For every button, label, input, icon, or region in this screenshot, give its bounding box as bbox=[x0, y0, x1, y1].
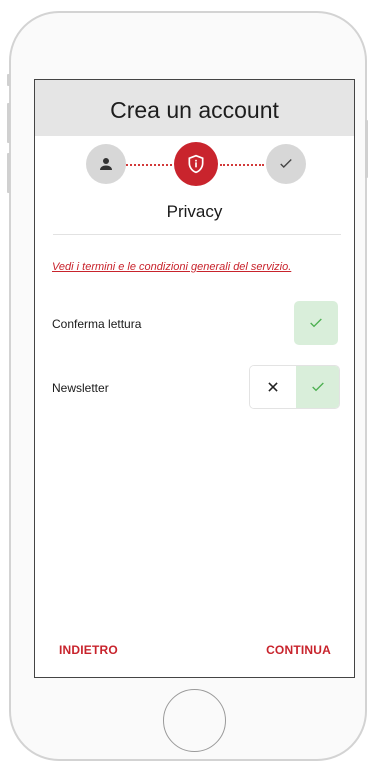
newsletter-yes-button[interactable] bbox=[296, 366, 339, 408]
stepper bbox=[35, 140, 354, 188]
page-title: Crea un account bbox=[110, 96, 279, 123]
check-icon bbox=[280, 159, 292, 168]
divider bbox=[53, 234, 341, 235]
shield-icon bbox=[188, 154, 204, 174]
volume-up-button bbox=[7, 103, 10, 143]
app-screen: Crea un account Privacy Vedi i termini e… bbox=[34, 79, 355, 678]
newsletter-no-button[interactable] bbox=[250, 366, 296, 408]
header-bar: Crea un account bbox=[35, 80, 354, 136]
step-title: Privacy bbox=[166, 202, 223, 221]
volume-down-button bbox=[7, 153, 10, 193]
check-icon bbox=[310, 318, 322, 328]
newsletter-label: Newsletter bbox=[52, 381, 109, 395]
step-connector bbox=[220, 164, 264, 166]
continue-button[interactable]: CONTINUA bbox=[266, 643, 331, 657]
person-icon bbox=[100, 158, 112, 170]
step-privacy[interactable] bbox=[174, 142, 218, 186]
step-connector bbox=[126, 164, 172, 166]
newsletter-toggle[interactable] bbox=[249, 365, 340, 409]
home-button[interactable] bbox=[163, 689, 226, 752]
close-icon bbox=[268, 382, 278, 392]
power-button bbox=[365, 120, 368, 178]
confirm-reading-checkbox[interactable] bbox=[294, 301, 338, 345]
step-profile[interactable] bbox=[86, 144, 126, 184]
mute-switch bbox=[7, 74, 10, 86]
back-button[interactable]: INDIETRO bbox=[59, 643, 118, 657]
step-confirm[interactable] bbox=[266, 144, 306, 184]
confirm-reading-label: Conferma lettura bbox=[52, 317, 142, 331]
check-icon bbox=[311, 382, 324, 392]
terms-link[interactable]: Vedi i termini e le condizioni generali … bbox=[52, 261, 291, 273]
